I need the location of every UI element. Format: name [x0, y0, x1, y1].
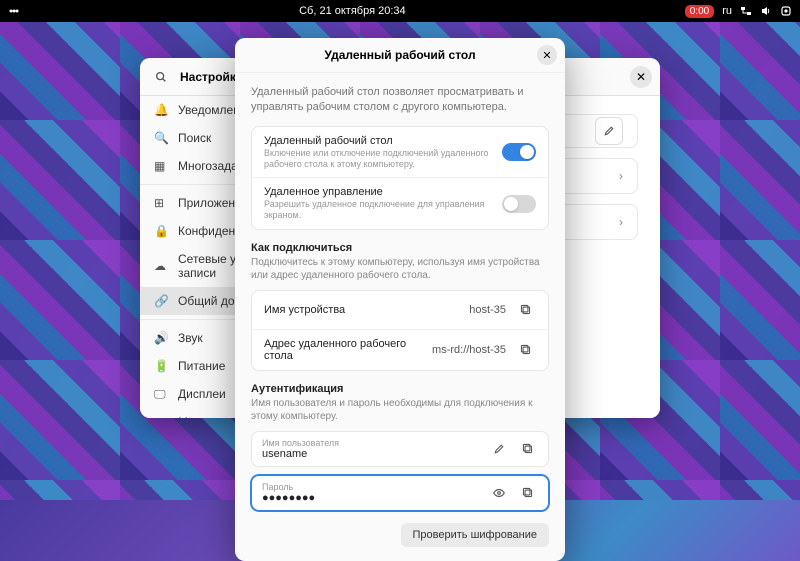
modal-intro: Удаленный рабочий стол позволяет просмат…: [251, 85, 549, 116]
password-field[interactable]: Пароль ●●●●●●●●: [251, 475, 549, 511]
connect-info-group: Имя устройства host-35 Адрес удаленного …: [251, 290, 549, 371]
copy-icon[interactable]: [514, 299, 536, 321]
copy-icon[interactable]: [516, 482, 538, 504]
toggle-row-remote-desktop: Удаленный рабочий стол Включение или отк…: [252, 127, 548, 178]
close-icon[interactable]: ✕: [537, 45, 557, 65]
toggle-row-remote-control: Удаленное управление Разрешить удаленное…: [252, 177, 548, 229]
remote-address-row: Адрес удаленного рабочего стола ms-rd://…: [252, 329, 548, 370]
copy-icon[interactable]: [514, 339, 536, 361]
remote-address-value: ms-rd://host-35: [432, 344, 506, 356]
username-value: usename: [262, 448, 482, 460]
toggle-switch[interactable]: [502, 195, 536, 213]
row-label: Адрес удаленного рабочего стола: [264, 338, 424, 362]
toggle-subtitle: Включение или отключение подключений уда…: [264, 148, 494, 170]
device-name-row: Имя устройства host-35: [252, 291, 548, 329]
device-name-value: host-35: [469, 304, 506, 316]
edit-icon[interactable]: [488, 438, 510, 460]
modal-title: Удаленный рабочий стол: [324, 48, 475, 62]
remote-desktop-modal: Удаленный рабочий стол ✕ Удаленный рабоч…: [235, 38, 565, 561]
eye-icon[interactable]: [488, 482, 510, 504]
toggle-group: Удаленный рабочий стол Включение или отк…: [251, 126, 549, 230]
toggle-title: Удаленный рабочий стол: [264, 135, 494, 147]
toggle-subtitle: Разрешить удаленное подключение для упра…: [264, 199, 494, 221]
password-value: ●●●●●●●●: [262, 492, 482, 504]
modal-backdrop: Удаленный рабочий стол ✕ Удаленный рабоч…: [0, 0, 800, 500]
section-subtitle: Имя пользователя и пароль необходимы для…: [251, 397, 549, 423]
section-subtitle: Подключитесь к этому компьютеру, использ…: [251, 256, 549, 282]
modal-header: Удаленный рабочий стол ✕: [235, 38, 565, 73]
section-heading-auth: Аутентификация: [251, 383, 549, 395]
toggle-switch[interactable]: [502, 143, 536, 161]
copy-icon[interactable]: [516, 438, 538, 460]
username-field[interactable]: Имя пользователя usename: [251, 431, 549, 467]
verify-encryption-button[interactable]: Проверить шифрование: [401, 523, 550, 547]
field-label: Пароль: [262, 482, 482, 492]
field-label: Имя пользователя: [262, 438, 482, 448]
section-heading-connect: Как подключиться: [251, 242, 549, 254]
toggle-title: Удаленное управление: [264, 186, 494, 198]
row-label: Имя устройства: [264, 304, 461, 316]
